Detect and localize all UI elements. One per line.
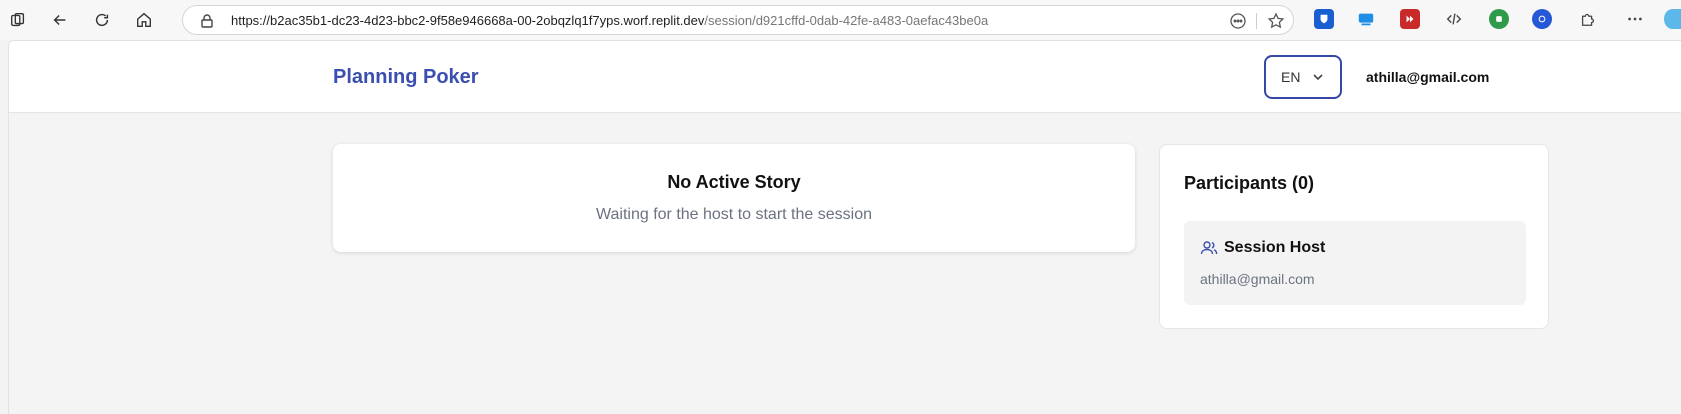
session-host-item: Session Host athilla@gmail.com	[1184, 221, 1526, 305]
screen-extension-icon[interactable]	[1356, 9, 1376, 29]
green-extension-icon[interactable]	[1489, 9, 1509, 29]
chevron-down-icon	[1313, 74, 1323, 81]
copilot-icon[interactable]	[1664, 9, 1681, 29]
code-extension-icon[interactable]	[1444, 9, 1464, 29]
url-path: /session/d921cffd-0dab-42fe-a483-0aefac4…	[704, 13, 989, 28]
refresh-icon[interactable]	[88, 6, 116, 34]
story-title: No Active Story	[667, 172, 801, 192]
app-window: Planning Poker EN athilla@gmail.com No A…	[8, 40, 1681, 414]
settings-menu-icon[interactable]	[1625, 9, 1645, 29]
lock-icon[interactable]	[199, 13, 215, 29]
participants-title: Participants (0)	[1184, 173, 1315, 193]
active-story-card: No Active Story Waiting for the host to …	[333, 144, 1135, 252]
host-email: athilla@gmail.com	[1200, 271, 1315, 287]
tab-actions-icon[interactable]	[4, 6, 32, 34]
participants-card: Participants (0) Session Host athilla@gm…	[1159, 144, 1549, 329]
app-header: Planning Poker EN athilla@gmail.com	[9, 41, 1681, 113]
browser-toolbar: https://b2ac35b1-dc23-4d23-bbc2-9f58e946…	[0, 0, 1681, 40]
user-email: athilla@gmail.com	[1366, 69, 1490, 85]
favorite-star-icon[interactable]	[1267, 12, 1285, 30]
language-value: EN	[1281, 69, 1301, 85]
url-text[interactable]: https://b2ac35b1-dc23-4d23-bbc2-9f58e946…	[231, 13, 988, 28]
extensions-puzzle-icon[interactable]	[1578, 9, 1598, 29]
url-divider	[1256, 13, 1257, 29]
address-bar[interactable]: https://b2ac35b1-dc23-4d23-bbc2-9f58e946…	[182, 5, 1294, 35]
home-icon[interactable]	[130, 6, 158, 34]
globe-extension-icon[interactable]	[1532, 9, 1552, 29]
story-subtitle: Waiting for the host to start the sessio…	[596, 206, 872, 223]
more-tools-icon[interactable]	[1229, 12, 1247, 30]
brand-title[interactable]: Planning Poker	[333, 66, 479, 89]
language-select[interactable]: EN	[1264, 55, 1342, 99]
host-label: Session Host	[1224, 239, 1326, 256]
bitwarden-extension-icon[interactable]	[1314, 9, 1334, 29]
back-icon[interactable]	[46, 6, 74, 34]
url-host: https://b2ac35b1-dc23-4d23-bbc2-9f58e946…	[231, 13, 705, 28]
users-icon	[1200, 241, 1218, 255]
media-extension-icon[interactable]	[1400, 9, 1420, 29]
